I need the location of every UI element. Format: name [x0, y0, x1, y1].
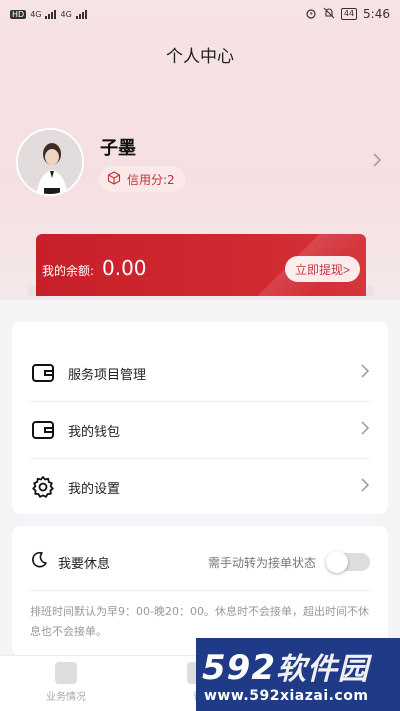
chevron-right-icon [360, 420, 370, 440]
chevron-right-icon [360, 363, 370, 383]
withdraw-button[interactable]: 立即提现> [284, 256, 360, 282]
balance-label: 我的余额: [42, 264, 95, 278]
moon-icon [30, 551, 48, 573]
menu-item-label: 我的钱包 [68, 424, 121, 440]
tab-business[interactable]: 业务情况 [26, 662, 106, 703]
rest-card: 我要休息 需手动转为接单状态 排班时间默认为早9：00-晚20：00。休息时不会… [12, 526, 388, 656]
rest-note: 排班时间默认为早9：00-晚20：00。休息时不会接单，超出时间不休息也不会接单… [30, 605, 369, 638]
network-4g-label-2: 4G [60, 9, 72, 19]
watermark-brand: 软件园 [275, 652, 369, 687]
mute-icon [323, 7, 335, 22]
status-bar: HD 4G 4G 44 5:46 [0, 0, 400, 28]
avatar[interactable] [16, 128, 84, 196]
menu-item-label: 我的设置 [68, 481, 121, 497]
chevron-right-icon [360, 477, 370, 497]
watermark-number: 592 [202, 648, 276, 688]
chevron-right-icon[interactable] [372, 152, 382, 172]
credit-badge: 信用分:2 [99, 166, 185, 192]
watermark-logo: 592软件园 [202, 644, 369, 688]
network-4g-label: 4G [30, 9, 42, 19]
rest-divider [30, 590, 370, 591]
page-title: 个人中心 [166, 47, 234, 67]
battery-indicator: 44 [340, 8, 358, 20]
balance-value: 0.00 [102, 256, 147, 280]
rest-title: 我要休息 [58, 556, 111, 572]
wallet-icon [30, 417, 56, 443]
rest-toggle[interactable] [326, 551, 370, 573]
toggle-knob [326, 551, 348, 573]
watermark-url: www.592xiazai.com [204, 688, 369, 704]
rest-row: 我要休息 需手动转为接单状态 [30, 548, 370, 576]
credit-score-label: 信用分:2 [127, 172, 175, 187]
rest-hint: 需手动转为接单状态 [207, 555, 316, 570]
menu-item-my-settings[interactable]: 我的设置 [30, 459, 370, 515]
menu-card: 服务项目管理 我的钱包 我的设置 [12, 322, 388, 514]
status-left: HD 4G 4G [10, 9, 87, 19]
chart-icon [55, 662, 77, 684]
balance-card: 我的余额: 0.00 立即提现> [36, 234, 366, 296]
menu-item-service-management[interactable]: 服务项目管理 [30, 345, 370, 401]
signal-icon [45, 9, 57, 19]
status-right: 44 5:46 [305, 7, 390, 22]
user-name: 子墨 [100, 138, 136, 159]
hd-badge: HD [10, 9, 27, 19]
menu-item-my-wallet[interactable]: 我的钱包 [30, 402, 370, 458]
status-time: 5:46 [363, 7, 390, 21]
cube-icon [107, 170, 121, 188]
site-watermark: 592软件园 www.592xiazai.com [196, 638, 400, 711]
alarm-icon [305, 7, 317, 22]
gear-icon [30, 474, 56, 500]
menu-item-label: 服务项目管理 [68, 367, 147, 383]
wallet-icon [30, 360, 56, 386]
tab-label: 业务情况 [46, 692, 86, 703]
signal-icon-2 [75, 9, 87, 19]
